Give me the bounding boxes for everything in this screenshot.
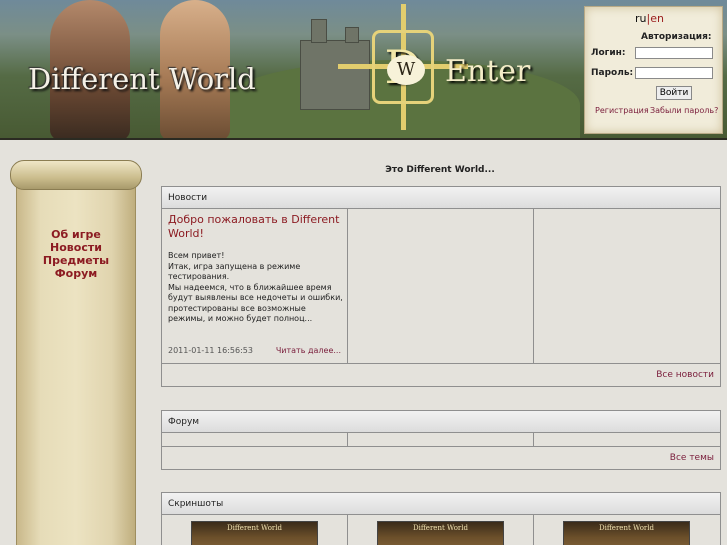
news-item-title[interactable]: Добро пожаловать в Different World! [168, 213, 344, 241]
auth-title: Авторизация: [641, 32, 712, 42]
login-label: Логин: [591, 48, 626, 58]
forum-slot [534, 433, 720, 446]
news-box-header: Новости [162, 187, 720, 209]
forgot-password-link[interactable]: Забыли пароль? [650, 106, 718, 115]
language-switcher: ru|en [635, 12, 664, 25]
enter-logo-text: Enter [445, 54, 531, 89]
menu-item-forum[interactable]: Форум [20, 267, 132, 280]
register-link[interactable]: Регистрация [595, 106, 649, 115]
page-title: Это Different World... [385, 165, 495, 175]
screenshot-slot: Different World [162, 515, 348, 545]
forum-slot [348, 433, 534, 446]
scroll-top-roll [10, 160, 142, 190]
news-box-footer: Все новости [162, 364, 720, 386]
screenshot-caption: Different World [226, 524, 282, 532]
lang-en-link[interactable]: en [650, 12, 664, 25]
screenshot-caption: Different World [412, 524, 468, 532]
screenshot-caption: Different World [598, 524, 654, 532]
read-more-link[interactable]: Читать далее... [276, 346, 341, 355]
screenshot-thumbnail[interactable]: Different World [191, 521, 318, 545]
header-banner: Different World D W Enter ru|en Авториза… [0, 0, 727, 140]
sidebar-menu: Об игре Новости Предметы Форум [20, 228, 132, 280]
news-box: Новости Добро пожаловать в Different Wor… [161, 186, 721, 387]
screenshot-slot: Different World [348, 515, 534, 545]
forum-box: Форум Все темы [161, 410, 721, 470]
password-label: Пароль: [591, 68, 634, 78]
news-item-body: Всем привет! Итак, игра запущена в режим… [168, 251, 343, 323]
lang-ru-link[interactable]: ru [635, 12, 647, 25]
emblem-inner: W [387, 55, 425, 85]
site-logo[interactable]: Different World [28, 62, 256, 96]
menu-item-about[interactable]: Об игре [20, 228, 132, 241]
menu-item-items[interactable]: Предметы [20, 254, 132, 267]
castle-image [300, 19, 370, 110]
sidebar-scroll: Об игре Новости Предметы Форум [10, 160, 142, 545]
menu-item-news[interactable]: Новости [20, 241, 132, 254]
forum-box-header: Форум [162, 411, 720, 433]
news-slot-empty [348, 209, 534, 363]
forum-box-footer: Все темы [162, 447, 720, 469]
forum-slot [162, 433, 348, 446]
screenshots-box-header: Скриншоты [162, 493, 720, 515]
news-slot-empty [534, 209, 720, 363]
screenshot-slot: Different World [534, 515, 720, 545]
all-news-link[interactable]: Все новости [656, 370, 714, 380]
login-panel: ru|en Авторизация: Логин: Пароль: Войти … [584, 6, 723, 134]
password-input[interactable] [635, 67, 713, 79]
news-item: Добро пожаловать в Different World! Всем… [162, 209, 348, 363]
news-item-date: 2011-01-11 16:56:53 [168, 346, 253, 355]
all-topics-link[interactable]: Все темы [670, 453, 714, 463]
login-button[interactable]: Войти [656, 86, 692, 100]
emblem-logo: D W [372, 30, 434, 104]
login-input[interactable] [635, 47, 713, 59]
screenshot-thumbnail[interactable]: Different World [377, 521, 504, 545]
screenshot-thumbnail[interactable]: Different World [563, 521, 690, 545]
screenshots-box: Скриншоты Different World Different Worl… [161, 492, 721, 545]
